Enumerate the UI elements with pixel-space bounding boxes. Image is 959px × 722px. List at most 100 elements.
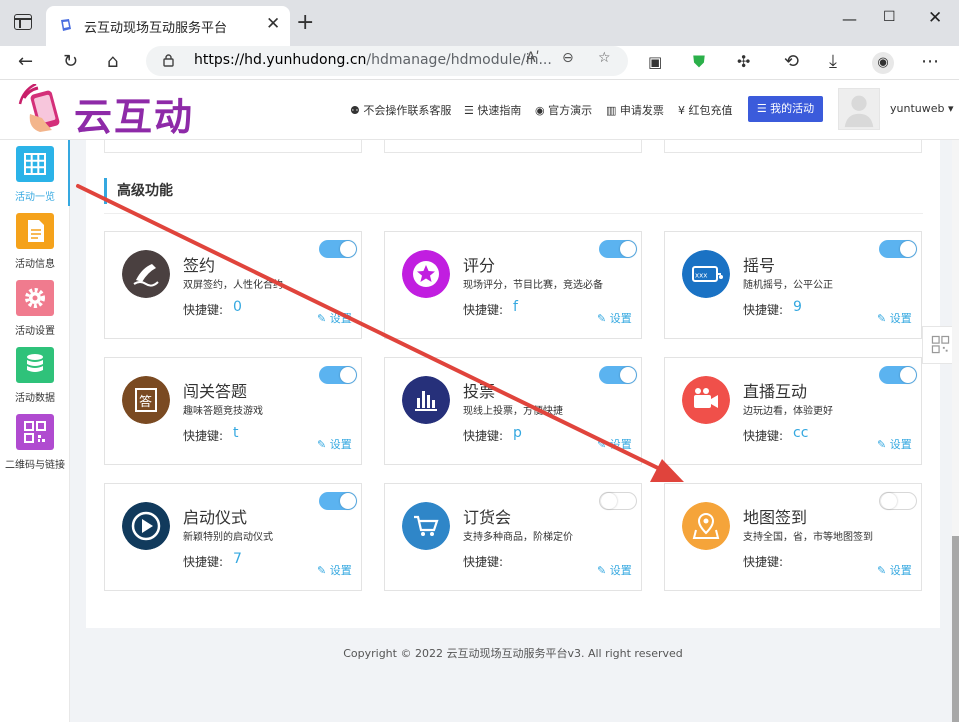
enable-toggle[interactable] — [319, 492, 357, 510]
shortcut-key: 0 — [233, 299, 242, 315]
pencil-icon: ✎ — [877, 438, 887, 451]
shortcut-label: 快捷键: — [743, 555, 784, 569]
pencil-icon: ✎ — [317, 564, 327, 577]
sidebar-item-data[interactable]: 活动数据 — [0, 341, 70, 407]
minimize-icon[interactable]: — — [842, 10, 857, 28]
user-name[interactable]: yuntuweb ▾ — [890, 102, 954, 115]
sidebar-item-info[interactable]: 活动信息 — [0, 207, 70, 273]
section-title: 高级功能 — [104, 178, 173, 204]
sidebar-item-label: 活动一览 — [15, 192, 55, 203]
enable-toggle[interactable] — [879, 240, 917, 258]
feature-card-sign[interactable]: 签约 双屏签约，人性化合约 快捷键: 0 ✎ 设置 — [104, 231, 362, 339]
shortcut-key: t — [233, 425, 239, 441]
card-name: 直播互动 — [743, 382, 808, 401]
sidebar-toggle-icon[interactable] — [14, 14, 32, 30]
close-window-icon[interactable]: ✕ — [928, 8, 942, 28]
settings-link[interactable]: ✎ 设置 — [597, 310, 632, 326]
header-link-guide[interactable]: ☰ 快速指南 — [464, 102, 521, 118]
more-menu-icon[interactable]: ⋯ — [921, 50, 939, 74]
settings-link[interactable]: ✎ 设置 — [597, 562, 632, 578]
enable-toggle[interactable] — [319, 366, 357, 384]
sidebar-item-overview[interactable]: 活动一览 — [0, 140, 70, 206]
feature-card-vote[interactable]: 投票 现线上投票，方便快捷 快捷键: p ✎ 设置 — [384, 357, 642, 465]
list-icon: ☰ — [756, 102, 771, 115]
card-name: 订货会 — [463, 508, 512, 527]
shortcut-label: 快捷键: — [183, 303, 224, 317]
profile-icon[interactable]: ◉ — [872, 52, 894, 74]
browser-tab[interactable]: 云互动现场互动服务平台 ✕ — [46, 6, 290, 46]
main-content: 高级功能 签约 双屏签约，人性化合约 快捷键: 0 ✎ 设置 评分 现场评分，节… — [86, 140, 940, 628]
enable-toggle[interactable] — [319, 240, 357, 258]
database-icon — [16, 347, 54, 383]
enable-toggle[interactable] — [599, 366, 637, 384]
enable-toggle[interactable] — [879, 366, 917, 384]
feature-card-score[interactable]: 评分 现场评分，节目比赛，竞选必备 快捷键: f ✎ 设置 — [384, 231, 642, 339]
sidebar-item-settings[interactable]: 活动设置 — [0, 274, 70, 340]
history-icon[interactable]: ⟲ — [784, 50, 799, 74]
card-desc: 现场评分，节目比赛，竞选必备 — [463, 280, 603, 291]
header-link-recharge[interactable]: ¥ 红包充值 — [678, 102, 733, 118]
settings-link[interactable]: ✎ 设置 — [317, 310, 352, 326]
feature-card-live[interactable]: 直播互动 边玩边看，体验更好 快捷键: cc ✎ 设置 — [664, 357, 922, 465]
shortcut-label: 快捷键: — [743, 303, 784, 317]
card-name: 闯关答题 — [183, 382, 248, 401]
card-name: 签约 — [183, 256, 216, 275]
address-bar[interactable]: https://hd.yunhudong.cn/hdmanage/hdmodul… — [146, 46, 628, 76]
enable-toggle[interactable] — [879, 492, 917, 510]
enable-toggle[interactable] — [599, 240, 637, 258]
settings-link[interactable]: ✎ 设置 — [597, 436, 632, 452]
read-aloud-icon[interactable]: Aʹ — [526, 50, 539, 66]
maximize-icon[interactable]: ☐ — [883, 9, 896, 25]
feature-card-map-checkin[interactable]: 地图签到 支持全国，省，市等地图签到 快捷键: ✎ 设置 — [664, 483, 922, 591]
shortcut-label: 快捷键: — [183, 555, 224, 569]
new-tab-icon[interactable]: + — [296, 10, 314, 35]
settings-link[interactable]: ✎ 设置 — [317, 562, 352, 578]
download-icon[interactable]: ⤓ — [829, 50, 837, 74]
pencil-icon: ✎ — [597, 438, 607, 451]
card-name: 地图签到 — [743, 508, 808, 527]
scrollbar-thumb[interactable] — [952, 536, 959, 722]
grid-icon — [16, 146, 54, 182]
pencil-icon: ✎ — [597, 564, 607, 577]
settings-link[interactable]: ✎ 设置 — [877, 436, 912, 452]
header-link-support[interactable]: ⚉ 不会操作联系客服 — [350, 102, 451, 118]
bar-chart-icon — [402, 376, 450, 424]
sidebar-item-qrcode[interactable]: 二维码与链接 — [0, 408, 70, 474]
feature-card-quiz[interactable]: 答 闯关答题 趣味答题竞技游戏 快捷键: t ✎ 设置 — [104, 357, 362, 465]
favorite-icon[interactable]: ☆ — [598, 50, 611, 66]
browser-navbar: ← ↻ ⌂ https://hd.yunhudong.cn/hdmanage/h… — [0, 46, 959, 80]
video-camera-icon — [682, 376, 730, 424]
shortcut-key: p — [513, 425, 522, 441]
settings-link[interactable]: ✎ 设置 — [877, 310, 912, 326]
collections-icon[interactable]: ▣ — [648, 50, 662, 74]
qrcode-icon — [16, 414, 54, 450]
list-icon: ☰ — [464, 104, 478, 117]
shield-icon[interactable]: ⛊ — [693, 50, 705, 74]
back-icon[interactable]: ← — [18, 50, 33, 74]
pencil-icon: ✎ — [317, 438, 327, 451]
feature-card-launch[interactable]: 启动仪式 新颖特别的启动仪式 快捷键: 7 ✎ 设置 — [104, 483, 362, 591]
home-icon[interactable]: ⌂ — [107, 50, 118, 74]
settings-link[interactable]: ✎ 设置 — [877, 562, 912, 578]
refresh-icon[interactable]: ↻ — [63, 50, 78, 74]
feature-card-order[interactable]: 订货会 支持多种商品，阶梯定价 快捷键: ✎ 设置 — [384, 483, 642, 591]
enable-toggle[interactable] — [599, 492, 637, 510]
browser-tab-bar: 云互动现场互动服务平台 ✕ + — ☐ ✕ — [0, 0, 959, 46]
card-desc: 随机摇号，公平公正 — [743, 280, 833, 291]
tab-close-icon[interactable]: ✕ — [266, 14, 280, 34]
extensions-icon[interactable]: ✣ — [737, 50, 750, 74]
zoom-icon[interactable]: ⊖ — [562, 50, 574, 66]
star-icon — [402, 250, 450, 298]
header-link-demo[interactable]: ◉ 官方演示 — [535, 102, 592, 118]
feature-card-lottery[interactable]: xxx 摇号 随机摇号，公平公正 快捷键: 9 ✎ 设置 — [664, 231, 922, 339]
shortcut-key: cc — [793, 425, 809, 441]
sidebar-item-label: 活动信息 — [15, 259, 55, 270]
tab-title: 云互动现场互动服务平台 — [84, 21, 228, 36]
settings-link[interactable]: ✎ 设置 — [317, 436, 352, 452]
lottery-icon: xxx — [682, 250, 730, 298]
card-desc: 趣味答题竞技游戏 — [183, 406, 263, 417]
avatar[interactable] — [838, 88, 880, 130]
map-pin-icon — [682, 502, 730, 550]
header-link-invoice[interactable]: ▥ 申请发票 — [606, 102, 664, 118]
my-activity-button[interactable]: ☰ 我的活动 — [748, 96, 823, 122]
